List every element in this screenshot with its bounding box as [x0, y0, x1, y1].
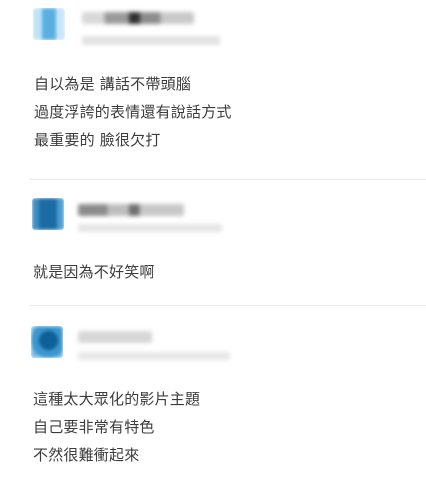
comment-line: 不然很難衝起來 — [33, 446, 140, 464]
comment-text: 這種太大眾化的影片主題 自己要非常有特色 不然很難衝起來 — [33, 385, 200, 469]
comment-text: 就是因為不好笑啊 — [33, 258, 155, 286]
comment-header — [30, 0, 426, 50]
comment-text: 自以為是 講話不帶頭腦 過度浮誇的表情還有說話方式 最重要的 臉很欠打 — [34, 70, 232, 154]
avatar-image — [31, 326, 63, 358]
avatar-image — [32, 198, 64, 230]
comment-line: 就是因為不好笑啊 — [33, 263, 155, 281]
comment-line: 這種太大眾化的影片主題 — [33, 390, 201, 408]
comment-header — [30, 306, 426, 360]
comment-item: 就是因為不好笑啊 — [30, 180, 426, 306]
comment-line: 最重要的 臉很欠打 — [34, 131, 161, 149]
comment-item: 自以為是 講話不帶頭腦 過度浮誇的表情還有說話方式 最重要的 臉很欠打 — [30, 0, 426, 180]
comment-header — [30, 180, 426, 232]
comment-meta-blurred — [82, 36, 220, 45]
avatar[interactable] — [31, 326, 63, 358]
comment-item: 這種太大眾化的影片主題 自己要非常有特色 不然很難衝起來 — [30, 306, 426, 480]
comment-line: 自己要非常有特色 — [33, 418, 155, 436]
comment-line: 自以為是 講話不帶頭腦 — [34, 75, 191, 93]
avatar[interactable] — [33, 8, 65, 40]
avatar[interactable] — [32, 198, 64, 230]
avatar-image — [33, 8, 65, 40]
commenter-name-blurred[interactable] — [82, 12, 194, 24]
comment-meta-blurred — [78, 224, 222, 232]
comment-meta-blurred — [78, 352, 230, 360]
commenter-name-blurred[interactable] — [78, 204, 184, 216]
comment-line: 過度浮誇的表情還有說話方式 — [34, 103, 232, 121]
commenter-name-blurred[interactable] — [78, 331, 152, 343]
